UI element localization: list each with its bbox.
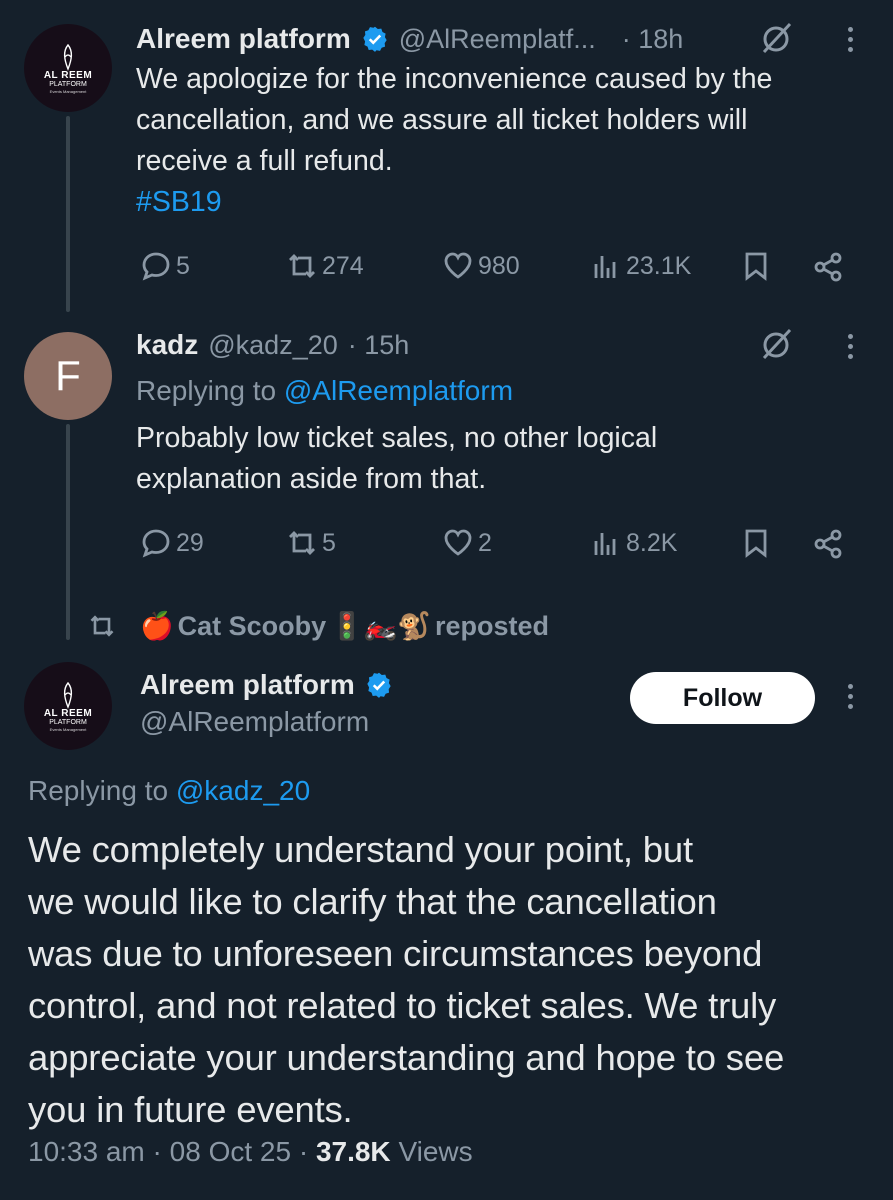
avatar[interactable]: AL REEM PLATFORM Events Management bbox=[24, 662, 112, 750]
reply-button[interactable]: 29 bbox=[140, 527, 204, 559]
tweet-header: kadz @kadz_20 · 15h bbox=[136, 324, 409, 366]
bookmark-icon bbox=[745, 529, 767, 558]
views-count: 37.8K bbox=[315, 1136, 391, 1167]
repost-indicator-icon bbox=[88, 612, 116, 645]
views-button[interactable]: 23.1K bbox=[590, 250, 691, 282]
author-handle[interactable]: @kadz_20 bbox=[208, 330, 338, 361]
thread-line bbox=[66, 424, 70, 640]
reposter-name[interactable]: Cat Scooby bbox=[178, 611, 327, 642]
bookmark-button[interactable] bbox=[740, 250, 772, 287]
logo-mark-icon bbox=[63, 43, 73, 71]
replying-to: Replying to @kadz_20 bbox=[28, 775, 311, 806]
replying-to: Replying to @AlReemplatform bbox=[136, 375, 514, 406]
tweet-date[interactable]: 08 Oct 25 bbox=[170, 1136, 291, 1167]
bookmark-icon bbox=[745, 252, 767, 281]
heart-icon bbox=[444, 252, 472, 279]
more-options-icon[interactable] bbox=[844, 684, 856, 709]
reply-icon bbox=[142, 529, 170, 558]
repost-icon bbox=[289, 531, 315, 555]
heart-icon bbox=[444, 529, 472, 556]
author-name[interactable]: kadz bbox=[136, 329, 198, 361]
analytics-icon bbox=[594, 533, 616, 555]
grok-icon[interactable] bbox=[758, 326, 794, 367]
repost-button[interactable]: 5 bbox=[286, 527, 336, 559]
tweet-timestamp[interactable]: 10:33 am bbox=[28, 1136, 145, 1167]
tweet-header: Alreem platform @AlReemplatf... · 18h bbox=[136, 18, 683, 60]
avatar[interactable]: AL REEM PLATFORM Events Management bbox=[24, 24, 112, 112]
reply-button[interactable]: 5 bbox=[140, 250, 190, 282]
more-options-icon[interactable] bbox=[844, 334, 856, 359]
verified-badge-icon bbox=[367, 672, 391, 698]
like-button[interactable]: 980 bbox=[442, 250, 520, 282]
grok-icon[interactable] bbox=[758, 20, 794, 61]
share-icon bbox=[814, 252, 842, 282]
reposted-by[interactable]: 🍎 Cat Scooby 🚦🏍️🐒 reposted bbox=[140, 610, 549, 642]
share-button[interactable] bbox=[812, 250, 846, 289]
analytics-icon bbox=[594, 256, 616, 278]
views-label: Views bbox=[398, 1136, 473, 1167]
bookmark-button[interactable] bbox=[740, 527, 772, 564]
reply-icon bbox=[142, 252, 170, 281]
thread-line bbox=[66, 116, 70, 312]
author-name[interactable]: Alreem platform bbox=[136, 23, 351, 55]
tweet-meta: 10:33 am · 08 Oct 25 · 37.8K Views bbox=[28, 1136, 473, 1167]
tweet-time[interactable]: · 18h bbox=[622, 24, 684, 55]
tweet-time[interactable]: · 15h bbox=[348, 330, 410, 361]
like-button[interactable]: 2 bbox=[442, 527, 492, 559]
verified-badge-icon bbox=[363, 26, 387, 52]
repost-button[interactable]: 274 bbox=[286, 250, 364, 282]
more-options-icon[interactable] bbox=[844, 27, 856, 52]
share-icon bbox=[814, 529, 842, 559]
author-handle[interactable]: @AlReemplatform bbox=[140, 702, 369, 742]
mention-link[interactable]: @AlReemplatform bbox=[284, 375, 513, 406]
tweet-header: Alreem platform bbox=[140, 664, 393, 706]
author-handle[interactable]: @AlReemplatf... bbox=[399, 24, 596, 55]
avatar[interactable]: F bbox=[24, 332, 112, 420]
tweet-text: Probably low ticket sales, no other logi… bbox=[136, 422, 658, 495]
views-button[interactable]: 8.2K bbox=[590, 527, 677, 559]
logo-mark-icon bbox=[63, 681, 73, 709]
share-button[interactable] bbox=[812, 527, 846, 566]
follow-button[interactable]: Follow bbox=[630, 672, 815, 724]
tweet-text: We apologize for the inconvenience cause… bbox=[136, 59, 856, 223]
mention-link[interactable]: @kadz_20 bbox=[176, 775, 310, 806]
hashtag-link[interactable]: #SB19 bbox=[136, 182, 856, 223]
author-name[interactable]: Alreem platform bbox=[140, 669, 355, 701]
tweet-text: We completely understand your point, but… bbox=[28, 829, 785, 1130]
repost-icon bbox=[289, 254, 315, 278]
